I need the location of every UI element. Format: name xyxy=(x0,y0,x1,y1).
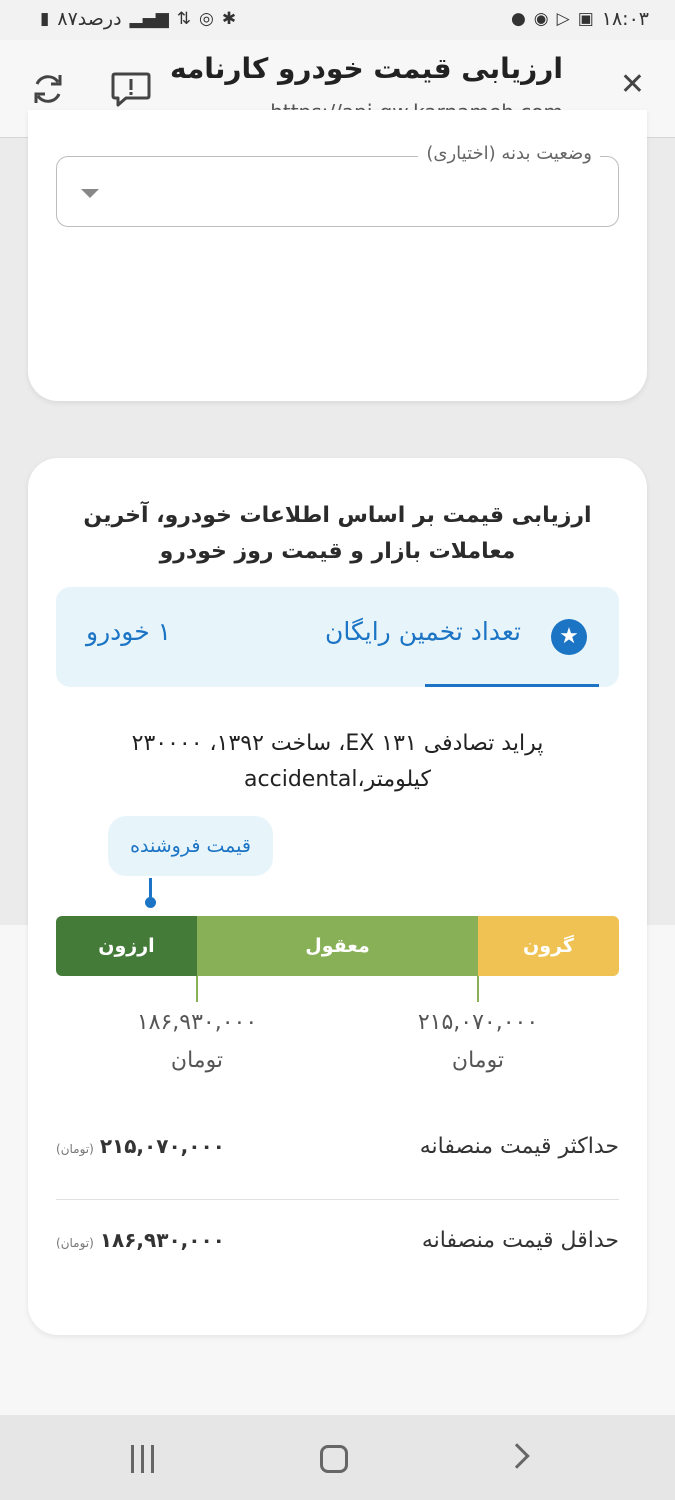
min-fair-price-row: حداقل قیمت منصفانه (تومان) ۱۸۶,۹۳۰,۰۰۰ xyxy=(56,1212,619,1272)
min-fair-price-number: ۱۸۶,۹۳۰,۰۰۰ xyxy=(99,1228,225,1252)
segment-cheap: ارزون xyxy=(56,916,197,976)
max-fair-price-number: ۲۱۵,۰۷۰,۰۰۰ xyxy=(99,1134,225,1158)
status-bar: ● ◉ ▷ ▣ ۱۸:۰۳ ▮ ۸۷درصد ▂▄▆ ⇅ ◎ ✱ xyxy=(0,0,675,40)
tick-low xyxy=(196,976,198,1002)
signal-icon: ▂▄▆ xyxy=(129,9,169,29)
dot-icon: ● xyxy=(510,9,526,29)
battery-text: ۸۷درصد xyxy=(57,8,122,30)
recent-apps-button[interactable] xyxy=(131,1445,154,1473)
system-nav-bar xyxy=(0,1415,675,1500)
home-button[interactable] xyxy=(320,1445,348,1473)
body-condition-select[interactable]: وضعیت بدنه (اختیاری) xyxy=(56,143,619,227)
status-time: ۱۸:۰۳ xyxy=(601,8,649,30)
tick-high xyxy=(477,976,479,1002)
car-description: پراید تصادفی EX ۱۳۱، ساخت ۱۳۹۲، ۲۳۰۰۰۰ ک… xyxy=(131,731,544,792)
evaluation-intro: ارزیابی قیمت بر اساس اطلاعات خودرو، آخری… xyxy=(83,503,592,564)
free-estimates-box: ★ تعداد تخمین رایگان ۱ خودرو xyxy=(56,587,619,687)
battery-icon: ▮ xyxy=(40,9,50,29)
tick-high-value: ۲۱۵,۰۷۰,۰۰۰ xyxy=(417,1010,539,1035)
caret-down-icon xyxy=(81,189,99,198)
report-icon xyxy=(111,72,151,107)
report-button[interactable] xyxy=(110,70,152,108)
status-bar-left: ▮ ۸۷درصد ▂▄▆ ⇅ ◎ ✱ xyxy=(40,8,236,30)
min-fair-price-unit: (تومان) xyxy=(56,1236,94,1250)
close-icon: ✕ xyxy=(619,67,645,102)
tick-label-low: ۱۸۶,۹۳۰,۰۰۰ تومان xyxy=(97,1004,297,1080)
refresh-icon xyxy=(34,75,62,103)
tick-high-unit: تومان xyxy=(451,1048,505,1073)
play-store-icon: ▷ xyxy=(556,9,570,29)
tick-low-unit: تومان xyxy=(170,1048,224,1073)
close-button[interactable]: ✕ xyxy=(620,70,645,100)
bluetooth-icon: ✱ xyxy=(221,9,237,29)
price-range-bar: ارزون معقول گرون xyxy=(56,916,619,976)
seller-price-bubble: قیمت فروشنده xyxy=(108,816,273,876)
max-fair-price-label: حداکثر قیمت منصفانه xyxy=(419,1134,619,1159)
segment-expensive: گرون xyxy=(478,916,619,976)
star-icon: ★ xyxy=(551,619,587,655)
hotspot-icon: ◎ xyxy=(199,9,214,29)
min-fair-price-value: (تومان) ۱۸۶,۹۳۰,۰۰۰ xyxy=(56,1228,225,1252)
seller-price-marker xyxy=(145,897,156,908)
refresh-button[interactable] xyxy=(30,70,66,108)
free-estimates-label: تعداد تخمین رایگان xyxy=(325,617,521,646)
status-bar-right: ● ◉ ▷ ▣ ۱۸:۰۳ xyxy=(511,8,649,30)
free-estimates-underline xyxy=(425,684,599,687)
data-arrows-icon: ⇅ xyxy=(176,9,192,29)
max-fair-price-row: حداکثر قیمت منصفانه (تومان) ۲۱۵,۰۷۰,۰۰۰ xyxy=(56,1118,619,1178)
vpn-icon: ◉ xyxy=(533,9,549,29)
tick-low-value: ۱۸۶,۹۳۰,۰۰۰ xyxy=(136,1010,258,1035)
body-condition-label: وضعیت بدنه (اختیاری) xyxy=(418,143,600,164)
min-fair-price-label: حداقل قیمت منصفانه xyxy=(421,1228,619,1253)
back-button[interactable] xyxy=(504,1443,530,1469)
row-divider xyxy=(56,1199,619,1200)
tick-label-high: ۲۱۵,۰۷۰,۰۰۰ تومان xyxy=(378,1004,578,1080)
free-estimates-count: ۱ خودرو xyxy=(86,617,172,646)
page-title: ارزیابی قیمت خودرو کارنامه xyxy=(169,52,563,85)
gallery-icon: ▣ xyxy=(577,9,594,29)
max-fair-price-unit: (تومان) xyxy=(56,1142,94,1156)
segment-fair: معقول xyxy=(197,916,478,976)
max-fair-price-value: (تومان) ۲۱۵,۰۷۰,۰۰۰ xyxy=(56,1134,225,1158)
price-evaluation-card: ارزیابی قیمت بر اساس اطلاعات خودرو، آخری… xyxy=(28,458,647,1335)
car-info-card: وضعیت بدنه (اختیاری) xyxy=(28,110,647,401)
